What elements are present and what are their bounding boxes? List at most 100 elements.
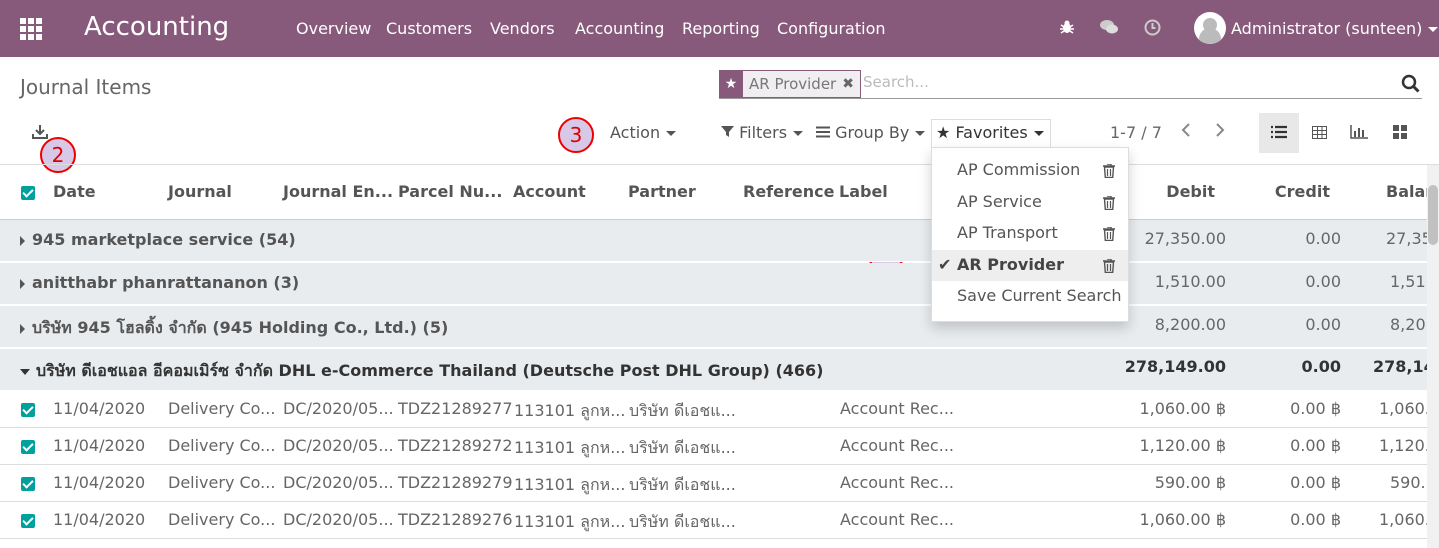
group-label: anitthabr phanrattananon (3): [20, 273, 299, 292]
favorite-item-ar-provider[interactable]: ✔ AR Provider: [932, 250, 1128, 281]
column-header-partner[interactable]: Partner: [628, 182, 696, 201]
table-row[interactable]: 11/04/2020 Delivery Co... DC/2020/05... …: [0, 502, 1427, 539]
column-header-balance[interactable]: Balan: [1386, 182, 1427, 201]
column-header-reference[interactable]: Reference: [743, 182, 834, 201]
activity-clock-icon[interactable]: [1144, 19, 1161, 40]
favorite-item-ap-service[interactable]: AP Service: [932, 187, 1128, 218]
column-header-journal-entry[interactable]: Journal En...: [283, 182, 393, 201]
caret-down-icon: [1428, 27, 1439, 32]
discuss-chat-icon[interactable]: [1099, 19, 1119, 39]
star-icon: ★: [936, 123, 951, 142]
column-header-credit[interactable]: Credit: [1275, 182, 1330, 201]
cell-balance: 1,060.: [1379, 399, 1427, 418]
annotation-marker-2: 2: [40, 137, 76, 173]
action-dropdown[interactable]: Action: [610, 123, 677, 142]
search-bar: ★ AR Provider ✖: [719, 70, 1422, 99]
filters-dropdown[interactable]: Filters: [721, 123, 804, 142]
cell-journal: Delivery Co...: [168, 473, 276, 492]
user-avatar[interactable]: [1194, 12, 1226, 44]
favorite-label: AR Provider: [957, 255, 1064, 274]
menu-configuration[interactable]: Configuration: [777, 19, 886, 38]
group-by-label: Group By: [835, 123, 910, 142]
group-by-dropdown[interactable]: Group By: [816, 123, 926, 142]
favorite-item-ap-commission[interactable]: AP Commission: [932, 155, 1128, 186]
facet-remove-icon[interactable]: ✖: [842, 76, 860, 92]
top-navbar: Accounting Overview Customers Vendors Ac…: [0, 0, 1439, 57]
pager-previous-icon[interactable]: [1180, 122, 1192, 143]
pager-value[interactable]: 1-7 / 7: [1110, 123, 1162, 142]
kanban-grid-icon: [1393, 124, 1407, 143]
favorite-label: AP Transport: [957, 223, 1058, 242]
cell-label: Account Rec...: [840, 436, 954, 455]
favorites-dropdown[interactable]: ★ Favorites: [931, 119, 1051, 147]
star-icon: ★: [719, 70, 743, 98]
cell-credit: 0.00 ฿: [1290, 399, 1341, 418]
trash-icon[interactable]: [1103, 226, 1115, 245]
user-menu[interactable]: Administrator (sunteen): [1231, 19, 1439, 38]
cell-journal: Delivery Co...: [168, 436, 276, 455]
row-checkbox[interactable]: [21, 403, 35, 417]
column-header-parcel-number[interactable]: Parcel Nu...: [398, 182, 502, 201]
group-name: anitthabr phanrattananon (3): [32, 273, 300, 292]
cell-partner: บริษัท ดีเอชแ...: [629, 512, 736, 531]
favorite-item-ap-transport[interactable]: AP Transport: [932, 218, 1128, 249]
menu-accounting[interactable]: Accounting: [575, 19, 664, 38]
pager-next-icon[interactable]: [1214, 122, 1226, 143]
column-header-label[interactable]: Label: [839, 182, 888, 201]
cell-journal-entry: DC/2020/05...: [283, 399, 394, 418]
menu-vendors[interactable]: Vendors: [490, 19, 555, 38]
search-input[interactable]: [863, 73, 1383, 91]
debug-bug-icon[interactable]: [1059, 19, 1075, 39]
trash-icon[interactable]: [1103, 195, 1115, 214]
trash-icon[interactable]: [1103, 163, 1115, 182]
favorites-menu: AP Commission AP Service AP Transport ✔ …: [931, 147, 1129, 322]
cell-date: 11/04/2020: [53, 510, 146, 529]
graph-view-button[interactable]: [1339, 113, 1379, 153]
group-row[interactable]: 945 marketplace service (54) 27,350.00 0…: [0, 220, 1427, 262]
apps-menu-icon[interactable]: [20, 18, 42, 40]
column-header-account[interactable]: Account: [513, 182, 586, 201]
cell-date: 11/04/2020: [53, 473, 146, 492]
app-title[interactable]: Accounting: [84, 12, 229, 42]
row-checkbox[interactable]: [21, 440, 35, 454]
filters-label: Filters: [739, 123, 788, 142]
scrollbar[interactable]: [1427, 165, 1439, 548]
table-row[interactable]: 11/04/2020 Delivery Co... DC/2020/05... …: [0, 428, 1427, 465]
menu-customers[interactable]: Customers: [386, 19, 472, 38]
column-header-date[interactable]: Date: [53, 182, 96, 201]
cell-balance: 590.: [1390, 473, 1426, 492]
menu-reporting[interactable]: Reporting: [682, 19, 760, 38]
group-balance: 278,14: [1373, 357, 1427, 376]
kanban-view-button[interactable]: [1380, 113, 1420, 153]
select-all-checkbox[interactable]: [21, 186, 35, 200]
cell-account: 113101 ลูกห...: [514, 475, 626, 494]
table-row[interactable]: 11/04/2020 Delivery Co... DC/2020/05... …: [0, 391, 1427, 428]
row-checkbox[interactable]: [21, 477, 35, 491]
save-current-search-button[interactable]: Save Current Search: [932, 281, 1128, 312]
pivot-view-button[interactable]: [1299, 113, 1339, 153]
action-label: Action: [610, 123, 661, 142]
column-header-debit[interactable]: Debit: [1166, 182, 1215, 201]
cell-date: 11/04/2020: [53, 436, 146, 455]
group-debit: 1,510.00: [1154, 272, 1226, 291]
scrollbar-thumb[interactable]: [1428, 185, 1438, 245]
cell-parcel-number: TDZ21289276: [398, 510, 513, 529]
caret-down-icon: [20, 368, 30, 375]
list-view-button[interactable]: [1259, 113, 1299, 153]
group-row[interactable]: anitthabr phanrattananon (3) 1,510.00 0.…: [0, 263, 1427, 305]
favorite-label: AP Commission: [957, 160, 1081, 179]
list-view-icon: [1271, 124, 1287, 143]
caret-down-icon: [915, 131, 926, 136]
table-row[interactable]: 11/04/2020 Delivery Co... DC/2020/05... …: [0, 465, 1427, 502]
group-row-expanded[interactable]: บริษัท ดีเอชแอล อีคอมเมิร์ซ จำกัด DHL e-…: [0, 349, 1427, 391]
search-icon[interactable]: [1401, 74, 1421, 98]
group-name: บริษัท 945 โฮลดิ้ง จำกัด (945 Holding Co…: [32, 318, 449, 337]
group-label: 945 marketplace service (54): [20, 230, 296, 249]
trash-icon[interactable]: [1103, 258, 1115, 277]
group-row[interactable]: บริษัท 945 โฮลดิ้ง จำกัด (945 Holding Co…: [0, 306, 1427, 348]
search-facet: ★ AR Provider ✖: [719, 70, 861, 98]
menu-overview[interactable]: Overview: [296, 19, 371, 38]
cell-date: 11/04/2020: [53, 399, 146, 418]
row-checkbox[interactable]: [21, 514, 35, 528]
column-header-journal[interactable]: Journal: [168, 182, 232, 201]
